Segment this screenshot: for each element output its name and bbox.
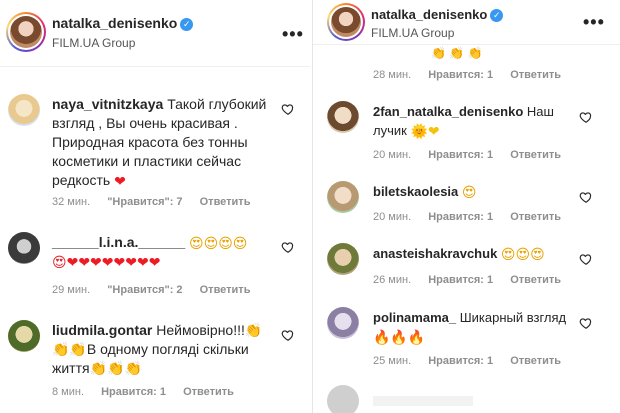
commenter-username[interactable]: anasteishakravchuk <box>373 246 497 261</box>
comment-meta: 25 мин. Нравится: 1 Ответить <box>373 355 575 367</box>
commenter-avatar[interactable] <box>327 307 359 339</box>
avatar <box>331 7 361 37</box>
comment-meta: 8 мин. Нравится: 1 Ответить <box>52 386 248 398</box>
fire-emoji-icon: 🔥🔥🔥 <box>373 329 426 345</box>
reply-button[interactable]: Ответить <box>510 211 561 223</box>
reply-button[interactable]: Ответить <box>510 149 561 161</box>
post-author-username[interactable]: natalka_denisenko ✓ <box>371 7 504 22</box>
commenter-avatar[interactable] <box>327 385 359 413</box>
left-post-panel: natalka_denisenko ✓ FILM.UA Group ••• nay… <box>0 0 310 413</box>
heart-eyes-emoji-icon: 😍😍😍😍 <box>189 235 248 251</box>
comment-time: 32 мин. <box>52 196 91 208</box>
avatar-story-ring[interactable] <box>6 12 46 52</box>
comment-item: naya_vitnitzkaya Такой глубокий взгляд ,… <box>0 90 310 208</box>
commenter-avatar[interactable] <box>8 94 40 126</box>
comment-item: ______l.i.n.a.______ 😍😍😍😍 😍❤❤❤❤❤❤❤❤ 29 м… <box>0 228 310 298</box>
like-heart-icon[interactable] <box>579 190 593 204</box>
heart-emoji-icon: 😍❤❤❤❤❤❤❤❤ <box>52 254 161 270</box>
verified-badge-icon: ✓ <box>490 9 504 22</box>
like-heart-icon[interactable] <box>281 240 295 254</box>
comment-text: anasteishakravchuk 😍😍😍 <box>373 244 573 263</box>
commenter-username[interactable]: ______l.i.n.a.______ <box>52 234 185 250</box>
right-post-panel: natalka_denisenko ✓ FILM.UA Group ••• 👏 👏… <box>312 0 620 413</box>
comment-likes-count[interactable]: Нравится: 1 <box>101 386 166 398</box>
comment-likes-count[interactable]: Нравится: 1 <box>428 211 493 223</box>
commenter-avatar[interactable] <box>327 101 359 133</box>
reply-button[interactable]: Ответить <box>183 386 234 398</box>
like-heart-icon[interactable] <box>579 316 593 330</box>
more-options-icon[interactable]: ••• <box>583 12 605 33</box>
commenter-avatar[interactable] <box>8 320 40 352</box>
commenter-username[interactable]: naya_vitnitzkaya <box>52 96 163 112</box>
comment-likes-count[interactable]: "Нравится": 2 <box>107 284 182 296</box>
like-heart-icon[interactable] <box>579 110 593 124</box>
comment-meta: 20 мин. Нравится: 1 Ответить <box>373 211 575 223</box>
comment-likes-count[interactable]: Нравится: 1 <box>428 69 493 81</box>
verified-badge-icon: ✓ <box>180 18 194 31</box>
comment-text-partial <box>373 396 473 406</box>
comment-time: 26 мин. <box>373 274 412 286</box>
commenter-username[interactable]: 2fan_natalka_denisenko <box>373 104 523 119</box>
sun-heart-emoji-icon: 🌞❤ <box>410 123 440 139</box>
comment-time: 8 мин. <box>52 386 85 398</box>
heart-emoji-icon: ❤ <box>114 173 126 189</box>
commenter-username[interactable]: biletskaolesia <box>373 184 458 199</box>
comment-likes-count[interactable]: Нравится: 1 <box>428 149 493 161</box>
comment-time: 25 мин. <box>373 355 412 367</box>
comment-meta: 29 мин. "Нравится": 2 Ответить <box>52 284 264 296</box>
post-author-username[interactable]: natalka_denisenko ✓ <box>52 15 194 31</box>
post-header: natalka_denisenko ✓ FILM.UA Group ••• <box>313 0 620 45</box>
commenter-avatar[interactable] <box>327 243 359 275</box>
comment-time: 29 мин. <box>52 284 91 296</box>
comment-meta: 32 мин. "Нравится": 7 Ответить <box>52 196 264 208</box>
comment-time: 20 мин. <box>373 149 412 161</box>
comment-item: polinamama_ Шикарный взгляд 🔥🔥🔥 25 мин. … <box>313 306 620 374</box>
commenter-avatar[interactable] <box>327 181 359 213</box>
more-options-icon[interactable]: ••• <box>282 24 304 45</box>
comment-meta: 20 мин. Нравится: 1 Ответить <box>373 149 575 161</box>
heart-eyes-emoji-icon: 😍😍😍 <box>500 246 545 262</box>
comment-item: biletskaolesia 😍 20 мин. Нравится: 1 Отв… <box>313 180 620 230</box>
comment-likes-count[interactable]: Нравится: 1 <box>428 274 493 286</box>
comment-text: 2fan_natalka_denisenko Наш лучик 🌞❤ <box>373 104 554 139</box>
comment-item: 2fan_natalka_denisenko Наш лучик 🌞❤ 20 м… <box>313 100 620 166</box>
heart-eyes-emoji-icon: 😍 <box>461 184 477 200</box>
reply-button[interactable]: Ответить <box>510 69 561 81</box>
comment-item-partial: 👏 👏 👏 28 мин. Нравится: 1 Ответить <box>313 44 620 88</box>
like-heart-icon[interactable] <box>281 102 295 116</box>
avatar-story-ring[interactable] <box>327 3 365 41</box>
comment-text: liudmila.gontar Неймовірно!!!👏 👏👏В одном… <box>52 322 263 376</box>
comment-time: 28 мин. <box>373 69 412 81</box>
like-heart-icon[interactable] <box>281 328 295 342</box>
commenter-avatar[interactable] <box>8 232 40 264</box>
commenter-username[interactable]: polinamama_ <box>373 310 456 325</box>
comment-text: ______l.i.n.a.______ 😍😍😍😍 😍❤❤❤❤❤❤❤❤ <box>52 233 272 271</box>
comment-meta: 28 мин. Нравится: 1 Ответить <box>373 69 575 81</box>
post-header: natalka_denisenko ✓ FILM.UA Group ••• <box>0 0 310 67</box>
commenter-username[interactable]: liudmila.gontar <box>52 322 152 338</box>
comment-item: anasteishakravchuk 😍😍😍 26 мин. Нравится:… <box>313 242 620 292</box>
reply-button[interactable]: Ответить <box>200 196 251 208</box>
comment-likes-count[interactable]: "Нравится": 7 <box>107 196 182 208</box>
reply-button[interactable]: Ответить <box>510 274 561 286</box>
comment-likes-count[interactable]: Нравится: 1 <box>428 355 493 367</box>
post-location[interactable]: FILM.UA Group <box>371 26 454 40</box>
like-heart-icon[interactable] <box>579 252 593 266</box>
comment-text: biletskaolesia 😍 <box>373 182 573 201</box>
comment-item: liudmila.gontar Неймовірно!!!👏 👏👏В одном… <box>0 316 310 413</box>
avatar <box>10 16 42 48</box>
comment-text: polinamama_ Шикарный взгляд 🔥🔥🔥 <box>373 310 567 345</box>
clapping-emoji-icon: 👏 👏 👏 <box>431 46 483 60</box>
reply-button[interactable]: Ответить <box>200 284 251 296</box>
comment-time: 20 мин. <box>373 211 412 223</box>
reply-button[interactable]: Ответить <box>510 355 561 367</box>
comment-text: naya_vitnitzkaya Такой глубокий взгляд ,… <box>52 96 267 189</box>
post-location[interactable]: FILM.UA Group <box>52 36 135 50</box>
comment-meta: 26 мин. Нравится: 1 Ответить <box>373 274 575 286</box>
